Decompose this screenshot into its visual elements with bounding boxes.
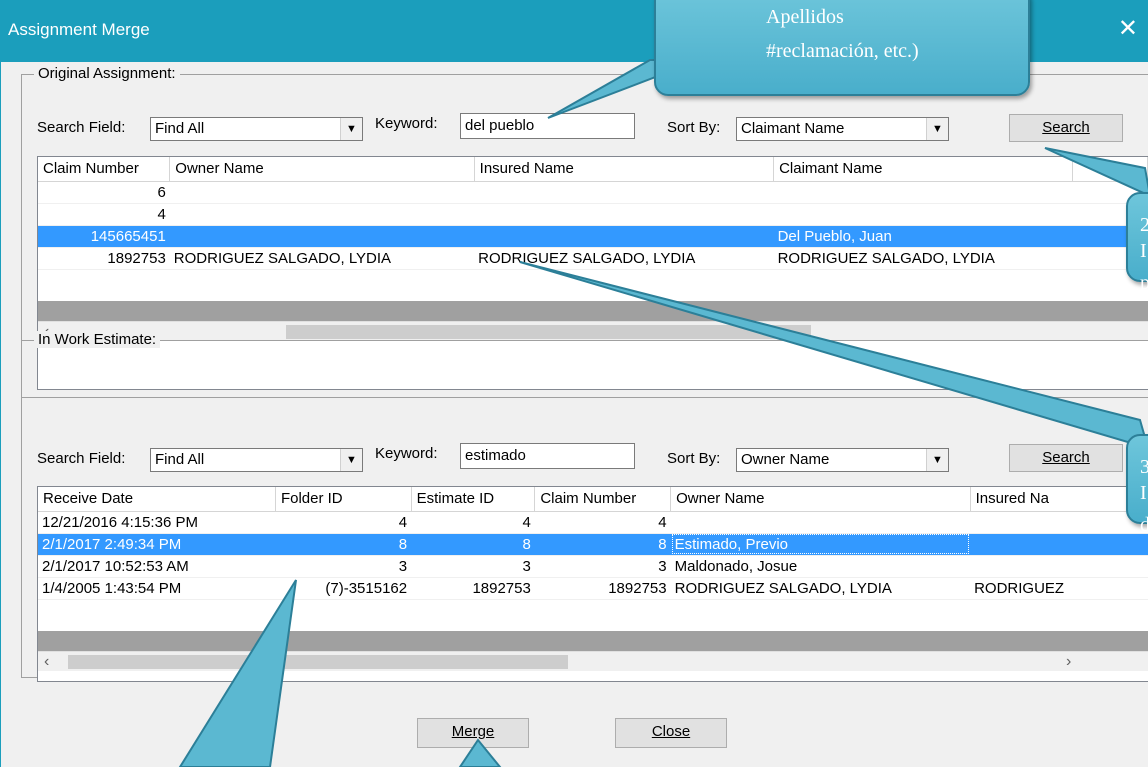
callout-top-line1: Apellidos [766, 6, 844, 28]
pointer-merge [458, 738, 502, 767]
callout-step-2-line2: par [1140, 272, 1148, 294]
pointer-search [1044, 147, 1148, 197]
pointer-orig-row [519, 261, 1148, 450]
callout-step-2: 2. I par [1126, 192, 1148, 294]
callout-top: Apellidos #reclamación, etc.) [654, 0, 1030, 96]
callout-step-3-line2: des [1140, 514, 1148, 536]
callout-step-3: 3. I des [1126, 434, 1148, 536]
callout-step-2-line1: 2. I [1140, 214, 1148, 262]
pointer-work-row [178, 579, 297, 767]
callout-step-3-line1: 3. I [1140, 456, 1148, 504]
callout-pointers [178, 59, 1148, 767]
callout-top-line2: #reclamación, etc.) [766, 40, 919, 62]
